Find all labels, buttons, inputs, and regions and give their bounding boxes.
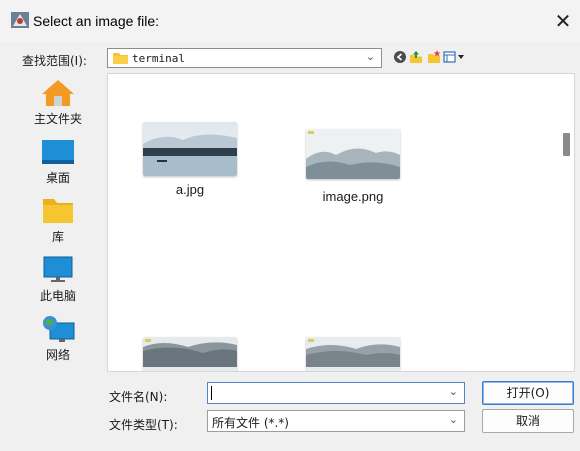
place-library-label: 库: [51, 230, 64, 244]
file-name-label: 文件名(N):: [109, 390, 168, 404]
image-thumbnail-icon: [143, 122, 237, 176]
file-list[interactable]: a.jpg image.png: [107, 73, 575, 372]
file-name-input[interactable]: ⌄: [207, 382, 465, 404]
file-type-label: 文件类型(T):: [109, 418, 178, 432]
look-in-combo[interactable]: terminal ⌄: [107, 48, 382, 68]
file-type-value: 所有文件 (*.*): [212, 416, 289, 430]
network-icon: [43, 316, 75, 342]
chevron-down-icon: ⌄: [448, 413, 458, 426]
folder-icon: [113, 53, 128, 64]
home-icon: [42, 80, 74, 106]
back-icon[interactable]: [393, 50, 407, 64]
image-thumbnail-icon: [143, 337, 237, 371]
place-desktop[interactable]: 桌面: [15, 138, 101, 194]
window-title: Select an image file:: [33, 13, 160, 29]
place-network-label: 网络: [45, 348, 70, 362]
file-list-scrollbar-thumb[interactable]: [563, 133, 570, 156]
file-name: a.jpg: [175, 182, 205, 197]
text-caret: [211, 386, 212, 400]
title-bar: Select an image file: ✕: [0, 0, 580, 42]
cancel-button[interactable]: 取消: [482, 409, 574, 433]
new-folder-icon[interactable]: [427, 50, 441, 64]
look-in-value: terminal: [132, 52, 185, 65]
view-details-icon[interactable]: [443, 50, 465, 64]
place-network[interactable]: 网络: [15, 315, 101, 371]
computer-icon: [43, 256, 73, 282]
file-type-combo[interactable]: 所有文件 (*.*) ⌄: [207, 410, 465, 432]
java-app-icon: [11, 12, 29, 28]
open-button[interactable]: 打开(O): [482, 381, 574, 405]
place-home-label: 主文件夹: [33, 112, 82, 126]
up-folder-icon[interactable]: [409, 50, 423, 64]
image-thumbnail-icon: [306, 129, 400, 179]
places-sidebar: 主文件夹 桌面 库 此电脑 网络: [15, 75, 105, 375]
chevron-down-icon: ⌄: [365, 50, 375, 63]
place-computer[interactable]: 此电脑: [15, 256, 101, 312]
place-desktop-label: 桌面: [45, 171, 70, 185]
file-name: image.png: [322, 189, 384, 204]
close-button[interactable]: ✕: [548, 8, 578, 34]
image-thumbnail-icon: [306, 337, 400, 371]
chevron-down-icon[interactable]: ⌄: [449, 385, 458, 398]
look-in-label: 查找范围(I):: [22, 54, 87, 68]
place-computer-label: 此电脑: [39, 289, 76, 303]
place-library[interactable]: 库: [15, 197, 101, 253]
place-home[interactable]: 主文件夹: [15, 79, 101, 135]
folder-icon: [43, 199, 73, 223]
desktop-icon: [42, 140, 74, 164]
